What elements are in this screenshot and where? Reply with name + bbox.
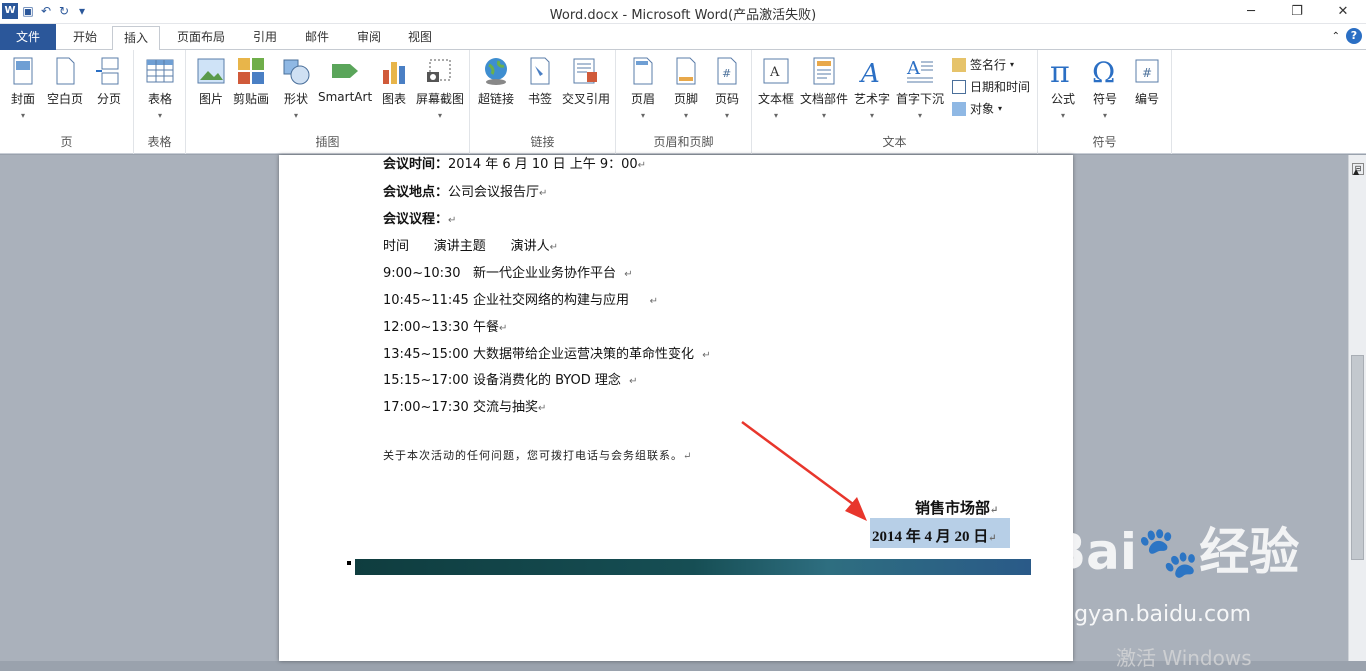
watermark-url: jingyan.baidu.com [1048, 602, 1252, 627]
blank-page-button[interactable]: 空白页 [47, 56, 83, 107]
bookmark-icon [530, 57, 550, 85]
tab-insert[interactable]: 插入 [112, 26, 161, 51]
document-area: 会议时间：2014 年 6 月 10 日 上午 9：00↵ 会议地点：公司会议报… [0, 155, 1348, 661]
ribbon-tabs: 文件 开始 插入 页面布局 引用 邮件 审阅 视图 ⌃ ? [0, 24, 1366, 51]
scroll-thumb[interactable] [1351, 355, 1364, 560]
blank-page-icon [56, 57, 75, 85]
group-label-pages: 页 [60, 135, 73, 149]
wordart-icon: A [859, 59, 880, 86]
footer-icon [676, 57, 696, 85]
omega-icon: Ω [1092, 56, 1115, 86]
activate-windows: 激活 Windows [1116, 646, 1252, 670]
cross-reference-icon [573, 58, 597, 84]
shapes-icon [283, 59, 310, 85]
svg-text:Ω: Ω [1092, 56, 1115, 86]
smartart-icon [332, 64, 359, 78]
group-label-header-footer: 页眉和页脚 [653, 135, 714, 149]
table-icon [146, 59, 174, 83]
quick-parts-icon [813, 57, 835, 85]
footer-button[interactable]: 页脚 ▾ [671, 56, 701, 120]
page-number-button[interactable]: # 页码 ▾ [712, 56, 742, 120]
restore-button[interactable]: ❐ [1274, 0, 1320, 24]
table-button[interactable]: 表格 ▾ [145, 56, 175, 120]
group-tables: 表格 ▾ 表格 [134, 50, 186, 154]
symbol-button[interactable]: Ω 符号 ▾ [1090, 56, 1120, 120]
svg-text:A: A [859, 59, 880, 86]
number-icon: # [1135, 59, 1159, 83]
cover-button[interactable]: 封面 ▾ [8, 56, 38, 120]
help-icon[interactable]: ? [1346, 28, 1362, 44]
tab-review[interactable]: 审阅 [346, 26, 392, 50]
group-illustrations: 图片 剪贴画 形状 ▾ SmartArt 图表 屏幕截图 ▾ 插图 [186, 50, 470, 154]
group-pages: 封面 ▾ 空白页 分页 页 [0, 50, 134, 154]
cross-reference-button[interactable]: 交叉引用 [562, 56, 610, 107]
pi-icon: π [1050, 56, 1070, 86]
group-label-text: 文本 [882, 135, 907, 149]
baidu-watermark: Bai🐾经验 [1048, 523, 1300, 581]
vertical-scrollbar[interactable]: ⊟ ▲ [1348, 155, 1366, 661]
calendar-icon [952, 79, 966, 94]
tab-references[interactable]: 引用 [242, 26, 288, 50]
drop-cap-icon: A [906, 58, 933, 83]
header-button[interactable]: 页眉 ▾ [628, 56, 658, 120]
tab-page-layout[interactable]: 页面布局 [166, 26, 236, 50]
quick-parts-button[interactable]: 文档部件 ▾ [800, 56, 848, 120]
svg-text:A: A [906, 58, 921, 79]
bookmark-button[interactable]: 书签 [525, 56, 555, 107]
svg-text:#: # [1142, 66, 1152, 80]
hyperlink-button[interactable]: 超链接 [478, 56, 514, 107]
group-label-links: 链接 [530, 135, 555, 149]
object-icon [952, 101, 966, 116]
group-label-symbols: 符号 [1092, 135, 1117, 149]
window-title: Word.docx - Microsoft Word(产品激活失败) [549, 8, 817, 23]
tab-mailings[interactable]: 邮件 [294, 26, 340, 50]
clipart-icon [238, 58, 264, 84]
tab-file[interactable]: 文件 [0, 24, 56, 50]
drop-cap-button[interactable]: A 首字下沉 ▾ [896, 56, 944, 120]
signature-icon [952, 57, 966, 72]
equation-button[interactable]: π 公式 ▾ [1048, 56, 1078, 120]
page-number-icon: # [717, 57, 737, 85]
minimize-button[interactable]: ─ [1228, 0, 1274, 24]
cover-page-icon [13, 57, 33, 85]
scroll-up-icon[interactable]: ▲ [1353, 167, 1359, 176]
header-icon [633, 57, 653, 85]
group-links: 超链接 书签 交叉引用 链接 [470, 50, 616, 154]
tab-home[interactable]: 开始 [62, 26, 108, 50]
ribbon: 封面 ▾ 空白页 分页 页 表格 ▾ 表格 图片 剪贴画 形状 ▾ SmartArt … [0, 50, 1366, 154]
svg-text:A: A [769, 65, 780, 80]
screenshot-button[interactable]: 屏幕截图 ▾ [416, 56, 464, 120]
shapes-button[interactable]: 形状 ▾ [281, 56, 311, 120]
number-button[interactable]: # 编号 [1132, 56, 1162, 107]
globe-icon [485, 58, 507, 85]
picture-icon [197, 58, 225, 84]
date-time-button[interactable]: 日期和时间 [952, 78, 1030, 95]
annotation-arrow-icon [741, 420, 867, 521]
svg-text:#: # [722, 67, 731, 80]
page-break-icon [96, 57, 119, 85]
clipart-button[interactable]: 剪贴画 [233, 56, 269, 107]
group-label-tables: 表格 [147, 135, 172, 149]
collapse-ribbon-icon[interactable]: ⌃ [1332, 31, 1340, 42]
signature-line-button[interactable]: 签名行 ▾ [952, 56, 1014, 73]
screenshot-icon [427, 59, 451, 82]
close-button[interactable]: ✕ [1320, 0, 1366, 24]
svg-text:π: π [1050, 56, 1070, 86]
group-symbols: π 公式 ▾ Ω 符号 ▾ # 编号 符号 [1038, 50, 1172, 154]
chart-button[interactable]: 图表 [379, 56, 409, 107]
smartart-button[interactable]: SmartArt [318, 56, 372, 104]
group-header-footer: 页眉 ▾ 页脚 ▾ # 页码 ▾ 页眉和页脚 [616, 50, 752, 154]
picture-button[interactable]: 图片 [196, 56, 226, 107]
chart-icon [383, 62, 405, 84]
document-page[interactable]: 会议时间：2014 年 6 月 10 日 上午 9：00↵ 会议地点：公司会议报… [279, 155, 1073, 661]
title-bar: W ▣ ↶ ↻ ▾ Word.docx - Microsoft Word(产品激… [0, 0, 1366, 24]
textbox-button[interactable]: A 文本框 ▾ [758, 56, 794, 120]
wordart-button[interactable]: A 艺术字 ▾ [854, 56, 890, 120]
page-break-button[interactable]: 分页 [94, 56, 124, 107]
textbox-icon: A [763, 58, 789, 84]
tab-view[interactable]: 视图 [397, 26, 443, 50]
object-button[interactable]: 对象 ▾ [952, 100, 1002, 117]
group-label-illustrations: 插图 [315, 135, 340, 149]
